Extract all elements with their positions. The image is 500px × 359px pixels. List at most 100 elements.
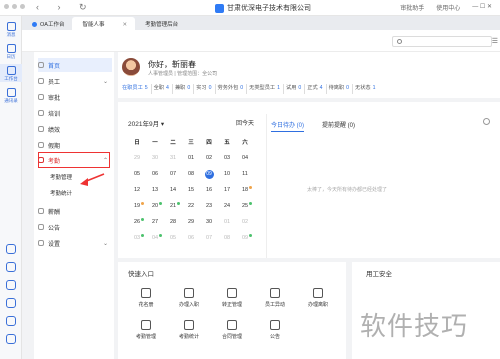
weekday-label: 四 (206, 140, 212, 146)
calendar-row: 03 04 05 06 07 08 09 (128, 230, 254, 246)
quick-offboard[interactable]: 办理离职 (298, 288, 338, 308)
quick-regularization[interactable]: 转正管理 (212, 288, 252, 308)
calendar-day[interactable]: 01 (182, 155, 200, 161)
calendar-day[interactable]: 09 (236, 234, 254, 241)
calendar-day[interactable]: 07 (200, 235, 218, 241)
stat-probation[interactable]: 试用 0 (286, 84, 306, 94)
calendar-day[interactable]: 05 (164, 235, 182, 241)
weekday-label: 三 (188, 140, 194, 146)
calendar-day[interactable]: 30 (200, 219, 218, 225)
stat-parttime[interactable]: 兼职 0 (175, 84, 195, 94)
calendar-day[interactable]: 05 (128, 171, 146, 177)
calendar-day[interactable]: 03 (218, 155, 236, 161)
role-text: 人事管理员 | 管理范围：全公司 (148, 71, 218, 77)
tab-today-todo[interactable]: 今日待办 (0) (271, 120, 305, 132)
weekday-label: 二 (170, 140, 176, 146)
back-to-today-button[interactable]: 回今天 (236, 118, 254, 127)
roster-icon (141, 288, 151, 298)
calendar-month[interactable]: 2021年9月 ▾ (128, 118, 164, 128)
calendar-day[interactable]: 25 (236, 202, 254, 209)
calendar-day[interactable]: 12 (128, 187, 146, 193)
calendar-day[interactable]: 15 (182, 187, 200, 193)
calendar-day[interactable]: 26 (128, 218, 146, 225)
stat-active[interactable]: 在职员工 5 (122, 84, 152, 94)
calendar-day[interactable]: 08 (218, 235, 236, 241)
watermark: 软件技巧 (360, 312, 469, 342)
calendar-day[interactable]: 19 (128, 202, 146, 209)
calendar-day[interactable]: 18 (236, 186, 254, 193)
calendar-day[interactable]: 21 (164, 202, 182, 209)
calendar-day[interactable]: 03 (128, 234, 146, 241)
todo-empty-text: 太棒了，今天所有待办都已经处理了 (307, 187, 388, 193)
quick-onboard[interactable]: 办理入职 (169, 288, 209, 308)
employment-safety-title: 用工安全 (366, 271, 392, 278)
calendar-day[interactable]: 24 (218, 203, 236, 209)
stat-intern[interactable]: 实习 0 (196, 84, 216, 94)
calendar: 2021年9月 ▾ 回今天 日一二三四五六 29 30 31 01 02 03 04 05 06 0… (128, 114, 254, 264)
calendar-day[interactable]: 14 (164, 187, 182, 193)
tab-advance-reminder[interactable]: 提前提醒 (0) (322, 120, 355, 132)
quick-attendance-statistics[interactable]: 考勤统计 (169, 320, 209, 340)
calendar-day[interactable]: 30 (146, 155, 164, 161)
clock-icon (184, 320, 194, 330)
calendar-row: 29 30 31 01 02 03 04 (128, 150, 254, 166)
calendar-day[interactable]: 07 (164, 171, 182, 177)
quick-roster[interactable]: 花名册 (126, 288, 166, 308)
calendar-day[interactable]: 20 (146, 202, 164, 209)
stat-fulltime[interactable]: 全职 4 (154, 84, 173, 94)
calendar-day[interactable]: 31 (164, 155, 182, 161)
avatar[interactable] (122, 58, 140, 76)
calendar-day[interactable]: 29 (182, 219, 200, 225)
calendar-row: 26 27 28 29 30 01 02 (128, 214, 254, 230)
offboard-icon (313, 288, 323, 298)
greeting-text: 你好，靳丽春 (148, 60, 196, 69)
calendar-day[interactable]: 02 (200, 155, 218, 161)
calendar-day[interactable]: 27 (146, 219, 164, 225)
stat-leaving[interactable]: 待离职 0 (329, 84, 354, 94)
quick-entry-card: 快速入口 花名册 办理入职 转正管理 员工异动 办理离职 考勤管理 考勤统计 合… (118, 262, 346, 359)
quick-announcement[interactable]: 公告 (255, 320, 295, 340)
stat-no-type[interactable]: 无类型员工 1 (249, 84, 284, 94)
weekday-label: 五 (224, 140, 230, 146)
todo-panel: 今日待办 (0) 提前提醒 (0) 太棒了，今天所有待办都已经处理了 (266, 114, 496, 264)
calendar-day[interactable]: 02 (236, 219, 254, 225)
calendar-grid: 日一二三四五六 29 30 31 01 02 03 04 05 06 07 08 09 10 11 12 13 1… (128, 134, 254, 246)
calendar-day[interactable]: 08 (182, 171, 200, 177)
onboard-icon (184, 288, 194, 298)
calendar-row: 05 06 07 08 09 10 11 (128, 166, 254, 182)
calendar-day[interactable]: 17 (218, 187, 236, 193)
calendar-row: 日一二三四五六 (128, 134, 254, 150)
calendar-day[interactable]: 23 (200, 203, 218, 209)
calendar-day[interactable]: 04 (236, 155, 254, 161)
announcement-icon (270, 320, 280, 330)
calendar-day[interactable]: 09 (200, 169, 218, 179)
gear-icon[interactable] (483, 118, 490, 125)
calendar-day[interactable]: 04 (146, 234, 164, 241)
divider (118, 98, 500, 102)
calendar-day[interactable]: 16 (200, 187, 218, 193)
weekday-label: 日 (134, 140, 140, 146)
calendar-day[interactable]: 10 (218, 171, 236, 177)
calendar-day[interactable]: 01 (218, 219, 236, 225)
quick-contract[interactable]: 合同管理 (212, 320, 252, 340)
calendar-day[interactable]: 06 (146, 171, 164, 177)
employee-stats: 在职员工 5 全职 4 兼职 0 实习 0 劳务外包 0 无类型员工 1 试用 0 正式 4 待… (122, 84, 500, 94)
quick-attendance-management[interactable]: 考勤管理 (126, 320, 166, 340)
location-icon (141, 320, 151, 330)
calendar-day[interactable]: 06 (182, 235, 200, 241)
weekday-label: 六 (242, 140, 248, 146)
todo-tabs: 今日待办 (0) 提前提醒 (0) (271, 120, 355, 132)
quick-entry-title: 快速入口 (128, 271, 154, 278)
stat-outsource[interactable]: 劳务外包 0 (218, 84, 248, 94)
calendar-day[interactable]: 22 (182, 203, 200, 209)
calendar-row: 12 13 14 15 16 17 18 (128, 182, 254, 198)
weekday-label: 一 (152, 140, 158, 146)
stat-regular[interactable]: 正式 4 (307, 84, 327, 94)
quick-transfer[interactable]: 员工异动 (255, 288, 295, 308)
calendar-day[interactable]: 11 (236, 171, 254, 177)
calendar-day[interactable]: 29 (128, 155, 146, 161)
calendar-day[interactable]: 28 (164, 219, 182, 225)
folder-icon (227, 320, 237, 330)
stat-no-status[interactable]: 无状态 1 (355, 84, 378, 94)
calendar-day[interactable]: 13 (146, 187, 164, 193)
